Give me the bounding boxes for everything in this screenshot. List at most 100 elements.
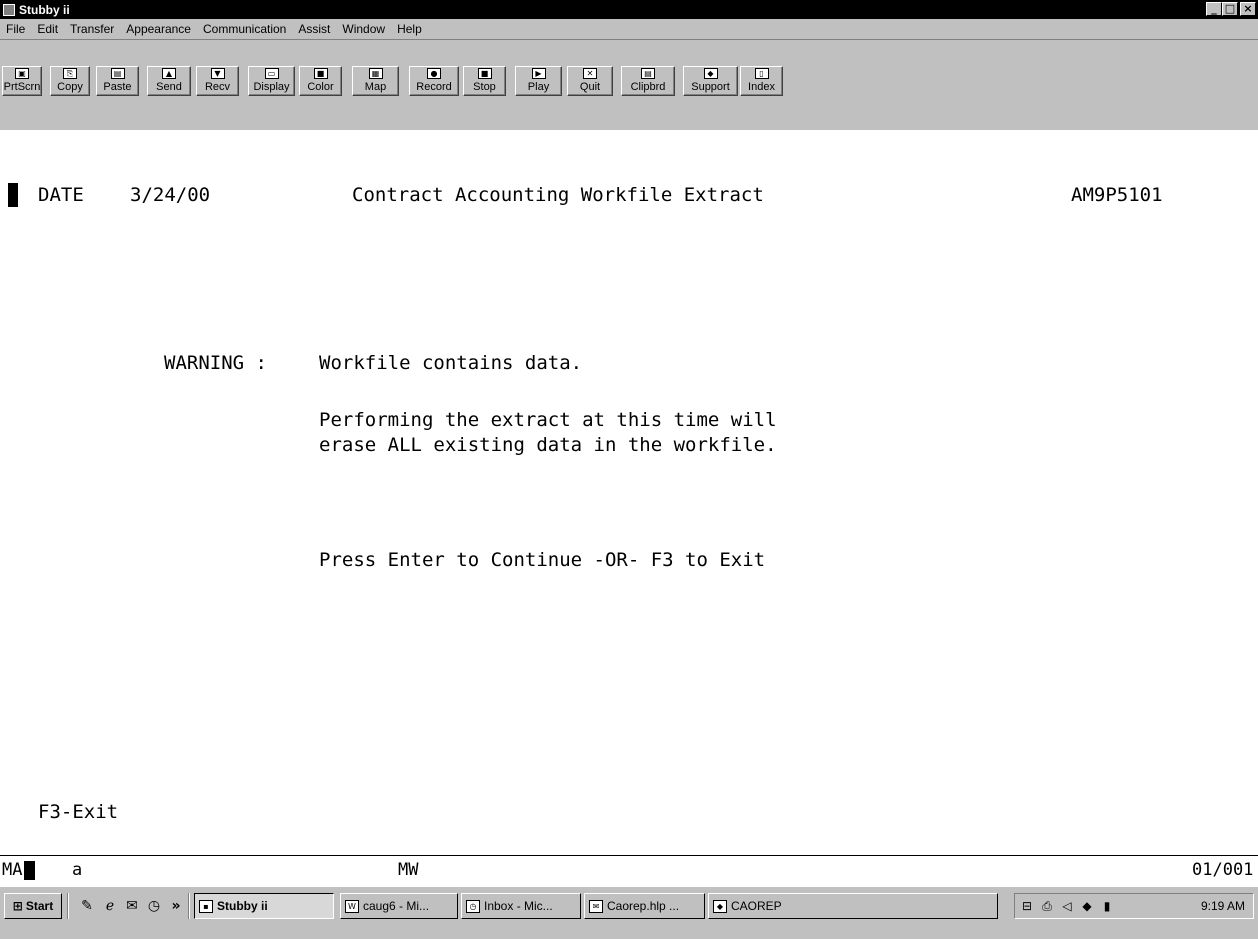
menu-assist[interactable]: Assist [292,22,336,36]
program-id: AM9P5101 [1071,184,1163,206]
task-inbox[interactable]: ◷ Inbox - Mic... [461,893,581,919]
oia-mode: a [72,860,83,880]
clock[interactable]: 9:19 AM [1201,899,1245,913]
task-label: Caorep.hlp ... [607,899,680,913]
send-label: Send [156,81,182,93]
clock-app-icon[interactable]: ◷ [145,897,163,915]
task-caug6[interactable]: W caug6 - Mi... [340,893,458,919]
status-line: MA a MW 01/001 [0,855,1258,885]
start-label: Start [25,899,54,913]
paste-icon: ▤ [110,68,125,79]
clipboard-icon: ▤ [641,68,655,79]
messenger-icon[interactable]: ◆ [1079,898,1095,914]
windows-logo-icon: ⊞ [12,899,23,913]
printer-icon[interactable]: ⎙ [1039,898,1055,914]
support-button[interactable]: ◆ Support [683,66,738,96]
oia-cursor [24,861,35,880]
display-button[interactable]: ▭ Display [248,66,295,96]
network-icon[interactable]: ⊟ [1019,898,1035,914]
start-button[interactable]: ⊞ Start [4,893,62,919]
record-button[interactable]: ● Record [409,66,459,96]
index-button[interactable]: ▯ Index [740,66,783,96]
window-controls: _ □ × [1206,2,1256,16]
map-label: Map [364,81,387,93]
system-tray: ⊟ ⎙ ◁ ◆ ▮ 9:19 AM [1014,893,1254,919]
task-stubby[interactable]: ▪ Stubby ii [194,893,334,919]
menu-file[interactable]: File [0,22,31,36]
task-label: caug6 - Mi... [363,899,430,913]
desktop-icon[interactable]: ✎ [78,897,96,915]
oia-workstation: MW [398,860,419,880]
minimize-button[interactable]: _ [1206,2,1222,16]
taskbar: ⊞ Start ✎ ℯ ✉ ◷ » ▪ Stubby ii W caug6 - … [0,885,1258,939]
color-label: Color [307,81,334,93]
copy-button[interactable]: ⎘ Copy [50,66,90,96]
battery-icon[interactable]: ▮ [1099,898,1115,914]
menu-communication[interactable]: Communication [197,22,292,36]
menu-help[interactable]: Help [391,22,428,36]
taskbar-separator [188,893,190,919]
support-label: Support [691,81,730,93]
word-icon: W [345,899,359,913]
prompt-text: Press Enter to Continue -OR- F3 to Exit [319,549,766,571]
color-icon: ■ [313,68,328,79]
index-label: Index [748,81,775,93]
menu-edit[interactable]: Edit [31,22,64,36]
display-label: Display [253,81,290,93]
screen-cursor [8,183,18,207]
close-button[interactable]: × [1240,2,1256,16]
stop-icon: ■ [477,68,492,79]
app-icon: ◆ [713,899,727,913]
copy-label: Copy [57,81,83,93]
play-button[interactable]: ▶ Play [515,66,562,96]
prtscrn-label: PrtScrn [3,81,41,93]
index-icon: ▯ [754,68,769,79]
volume-icon[interactable]: ◁ [1059,898,1075,914]
more-quicklaunch-button[interactable]: » [167,897,185,915]
window-titlebar: Stubby ii _ □ × [0,0,1258,19]
window-title: Stubby ii [19,2,70,17]
paste-label: Paste [103,81,132,93]
function-key-f3[interactable]: F3-Exit [38,800,118,824]
oia-indicator: MA [2,860,23,880]
task-label: CAOREP [731,899,782,913]
date-label: DATE [38,184,84,206]
date-value: 3/24/00 [130,184,211,206]
record-label: Record [416,81,452,93]
map-button[interactable]: ▦ Map [352,66,399,96]
recv-label: Recv [204,81,231,93]
prtscrn-button[interactable]: ▣ PrtScrn [2,66,42,96]
inbox-icon: ◷ [466,899,480,913]
terminal-screen[interactable]: DATE 3/24/00 Contract Accounting Workfil… [0,130,1258,855]
play-icon: ▶ [531,68,546,79]
display-icon: ▭ [264,68,279,79]
quit-label: Quit [579,81,601,93]
task-label: Stubby ii [217,899,268,913]
record-icon: ● [427,68,441,79]
stop-button[interactable]: ■ Stop [463,66,506,96]
task-label: Inbox - Mic... [484,899,553,913]
menu-transfer[interactable]: Transfer [64,22,120,36]
stop-label: Stop [473,81,496,93]
warning-text: Workfile contains data. [319,352,583,374]
maximize-button[interactable]: □ [1222,2,1238,16]
menu-window[interactable]: Window [336,22,391,36]
support-icon: ◆ [703,68,718,79]
clipbrd-button[interactable]: ▤ Clipbrd [621,66,675,96]
menu-bar: File Edit Transfer Appearance Communicat… [0,19,1258,40]
send-button[interactable]: ▲ Send [147,66,191,96]
task-caorep[interactable]: ◆ CAOREP [708,893,998,919]
outlook-icon[interactable]: ✉ [123,897,141,915]
paste-button[interactable]: ▤ Paste [96,66,139,96]
play-label: Play [527,81,550,93]
menu-appearance[interactable]: Appearance [120,22,197,36]
print-screen-icon: ▣ [15,68,29,79]
quit-button[interactable]: ✕ Quit [567,66,613,96]
app-icon[interactable] [3,3,15,16]
quit-icon: ✕ [583,68,597,79]
recv-button[interactable]: ▼ Recv [196,66,239,96]
detail-line-1: Performing the extract at this time will [319,409,777,431]
task-caorep-hlp[interactable]: ✉ Caorep.hlp ... [584,893,705,919]
color-button[interactable]: ■ Color [299,66,342,96]
internet-explorer-icon[interactable]: ℯ [101,897,119,915]
